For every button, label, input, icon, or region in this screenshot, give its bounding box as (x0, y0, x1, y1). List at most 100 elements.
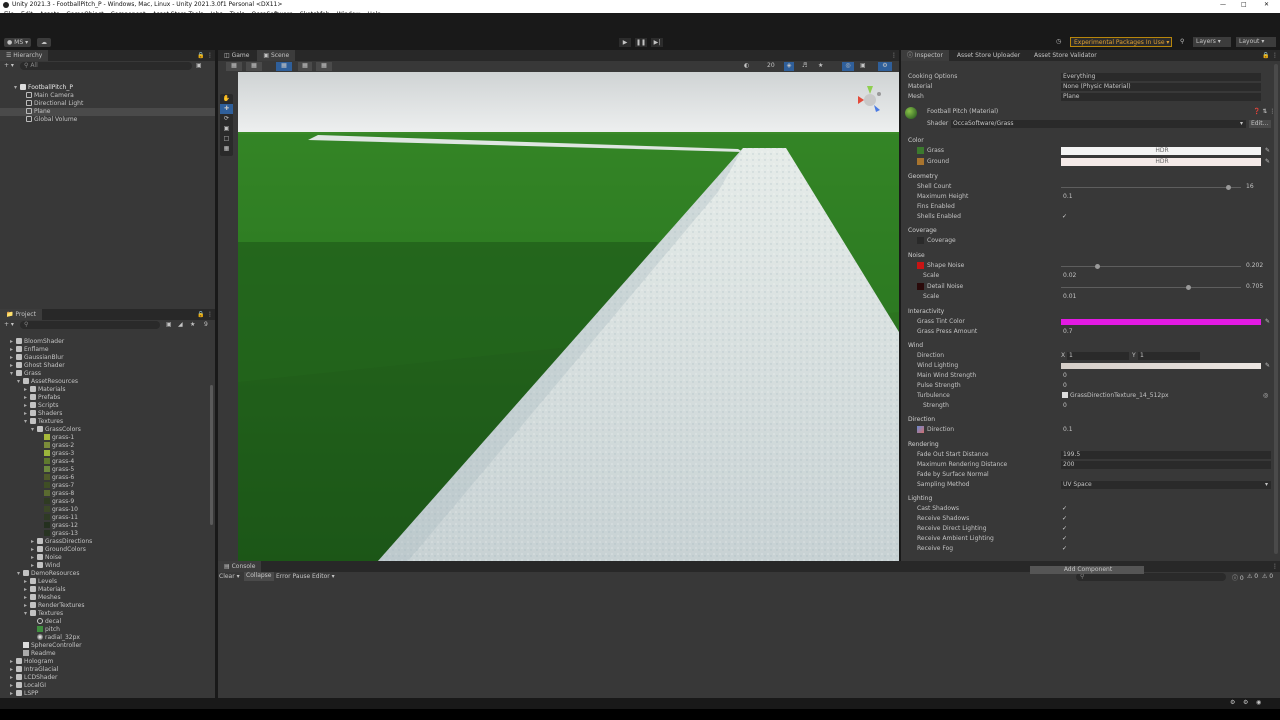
material-settings-icon[interactable]: ❓ ⇅ ⋮ (1253, 108, 1275, 115)
wind-lighting-gradient[interactable] (1061, 363, 1261, 369)
turbulence-texture-field[interactable]: GrassDirectionTexture_14_512px (1062, 392, 1169, 400)
project-item[interactable]: ▸ RenderTextures (24, 602, 208, 610)
project-item[interactable]: grass-2 (38, 442, 208, 450)
project-item[interactable]: grass-9 (38, 498, 208, 506)
project-item[interactable]: grass-8 (38, 490, 208, 498)
lighting-ambient-checkbox[interactable]: ✓ (1061, 535, 1068, 542)
maximize-icon[interactable]: □ (1241, 0, 1247, 10)
eyedropper-icon[interactable]: ✎ (1265, 147, 1270, 154)
tab-game[interactable]: ◫ Game (218, 50, 255, 61)
wind-dir-x[interactable]: 1 (1067, 352, 1129, 360)
hierarchy-item[interactable]: Global Volume (26, 116, 215, 124)
top-row-value[interactable]: Everything (1061, 73, 1261, 81)
project-item[interactable]: ▸ Levels (24, 578, 208, 586)
lock-icon[interactable]: 🔒 (197, 50, 204, 61)
project-item[interactable]: ▸ GroundColors (31, 546, 208, 554)
shader-dropdown[interactable]: OccaSoftware/Grass ▾ (951, 120, 1246, 128)
hierarchy-search-input[interactable]: ⚲ All (20, 62, 192, 70)
gizmos-icon[interactable]: ⚙ (878, 62, 892, 71)
rotate-tool-icon[interactable]: ⟳ (220, 114, 233, 124)
grid-snap-icon[interactable]: ▦ (276, 62, 292, 71)
shape-noise-slider-value[interactable]: 0.202 (1246, 262, 1263, 270)
main-wind-value[interactable]: 0 (1063, 372, 1067, 380)
view-options-icon[interactable]: ▦ (246, 62, 262, 71)
eyedropper-icon[interactable]: ✎ (1265, 318, 1270, 325)
editor-dropdown[interactable]: Editor ▾ (312, 573, 335, 580)
lighting-receive-checkbox[interactable]: ✓ (1061, 515, 1068, 522)
project-item[interactable]: ▾ Textures (24, 610, 208, 618)
project-item[interactable]: grass-12 (38, 522, 208, 530)
project-item[interactable]: ▸ Ghost Shader (10, 362, 208, 370)
project-item[interactable]: ▸ Wind (31, 562, 208, 570)
shading-icon[interactable]: ◐ (744, 62, 749, 69)
transform-tool-icon[interactable]: ▦ (220, 144, 233, 154)
max-dist-field[interactable]: 200 (1061, 461, 1271, 469)
shell-count-slider-track[interactable] (1061, 187, 1241, 188)
tab-console[interactable]: ▤ Console (218, 561, 262, 572)
scene-viewport[interactable] (238, 72, 899, 561)
project-item[interactable]: grass-6 (38, 474, 208, 482)
ground-color-field[interactable]: HDR (1061, 158, 1261, 166)
project-item[interactable]: radial_32px (31, 634, 208, 642)
max-height-value[interactable]: 0.1 (1063, 193, 1073, 201)
filter-icon[interactable]: ▣ (196, 62, 202, 69)
detail-noise-slider-value[interactable]: 0.705 (1246, 283, 1263, 291)
lighting-direct-checkbox[interactable]: ✓ (1061, 525, 1068, 532)
layers-dropdown[interactable]: Layers ▾ (1193, 37, 1231, 47)
cloud-icon[interactable]: ☁ (37, 38, 51, 47)
project-item[interactable]: grass-4 (38, 458, 208, 466)
project-item[interactable]: grass-7 (38, 482, 208, 490)
scale-tool-icon[interactable]: ▣ (220, 124, 233, 134)
project-item[interactable]: ▸ Hologram (10, 658, 208, 666)
project-scrollbar[interactable] (210, 385, 213, 525)
close-icon[interactable]: ✕ (1264, 0, 1269, 10)
hierarchy-item[interactable]: Plane (0, 108, 215, 116)
tint-color-field[interactable] (1061, 319, 1261, 325)
add-component-button[interactable]: Add Component (1030, 566, 1144, 574)
move-tool-icon[interactable]: ✚ (220, 104, 233, 114)
rect-tool-icon[interactable]: □ (220, 134, 233, 144)
layout-dropdown[interactable]: Layout ▾ (1236, 37, 1276, 47)
clear-button[interactable]: Clear ▾ (219, 573, 240, 580)
eyedropper-icon[interactable]: ✎ (1265, 158, 1270, 165)
hierarchy-item[interactable]: Main Camera (26, 92, 215, 100)
project-item[interactable]: grass-13 (38, 530, 208, 538)
hand-tool-icon[interactable]: ✋ (220, 94, 233, 104)
lighting-cast-checkbox[interactable]: ✓ (1061, 505, 1068, 512)
tab-hierarchy[interactable]: ☰ Hierarchy (0, 50, 49, 61)
collapse-button[interactable]: Collapse (244, 572, 274, 581)
shape-noise-slider-track[interactable] (1061, 266, 1241, 267)
menu-dots-icon[interactable]: ⋮ (1272, 561, 1278, 572)
project-item[interactable]: ▸ LSPP (10, 690, 208, 698)
project-item[interactable]: ▸ Enflame (10, 346, 208, 354)
project-item[interactable]: ▾ Textures (24, 418, 208, 426)
project-item[interactable]: ▸ Prefabs (24, 394, 208, 402)
error-count[interactable]: ⚠ 0 (1262, 573, 1273, 580)
project-item[interactable]: ▸ Meshes (24, 594, 208, 602)
add-icon[interactable]: + ▾ (4, 62, 14, 69)
project-item[interactable]: ▸ Materials (24, 386, 208, 394)
play-button[interactable]: ▶ (619, 38, 631, 47)
shells-checkbox[interactable]: ✓ (1061, 213, 1068, 220)
project-item[interactable]: ▾ Grass (10, 370, 208, 378)
object-picker-icon[interactable]: ◎ (1263, 392, 1268, 399)
pause-button[interactable]: ❚❚ (635, 38, 647, 47)
project-item[interactable]: ▸ Scripts (24, 402, 208, 410)
project-item[interactable]: grass-3 (38, 450, 208, 458)
fade-start-field[interactable]: 199.5 (1061, 451, 1271, 459)
shape-scale-value[interactable]: 0.02 (1063, 272, 1076, 280)
direction-value[interactable]: 0.1 (1063, 426, 1073, 434)
hierarchy-item[interactable]: Directional Light (26, 100, 215, 108)
project-item[interactable]: ▸ LocalGI (10, 682, 208, 690)
turbulence-strength-value[interactable]: 0 (1063, 402, 1067, 410)
lighting-fog-checkbox[interactable]: ✓ (1061, 545, 1068, 552)
warning-count[interactable]: ⚠ 0 (1247, 573, 1258, 580)
project-item[interactable]: ▾ DemoResources (17, 570, 208, 578)
project-item[interactable]: grass-1 (38, 434, 208, 442)
project-item[interactable]: decal (31, 618, 208, 626)
project-item[interactable]: ▸ LCDShader (10, 674, 208, 682)
console-search-input[interactable]: ⚲ (1076, 573, 1226, 581)
wind-dir-y[interactable]: 1 (1138, 352, 1200, 360)
top-row-value[interactable]: Plane (1061, 93, 1261, 101)
press-value[interactable]: 0.7 (1063, 328, 1073, 336)
